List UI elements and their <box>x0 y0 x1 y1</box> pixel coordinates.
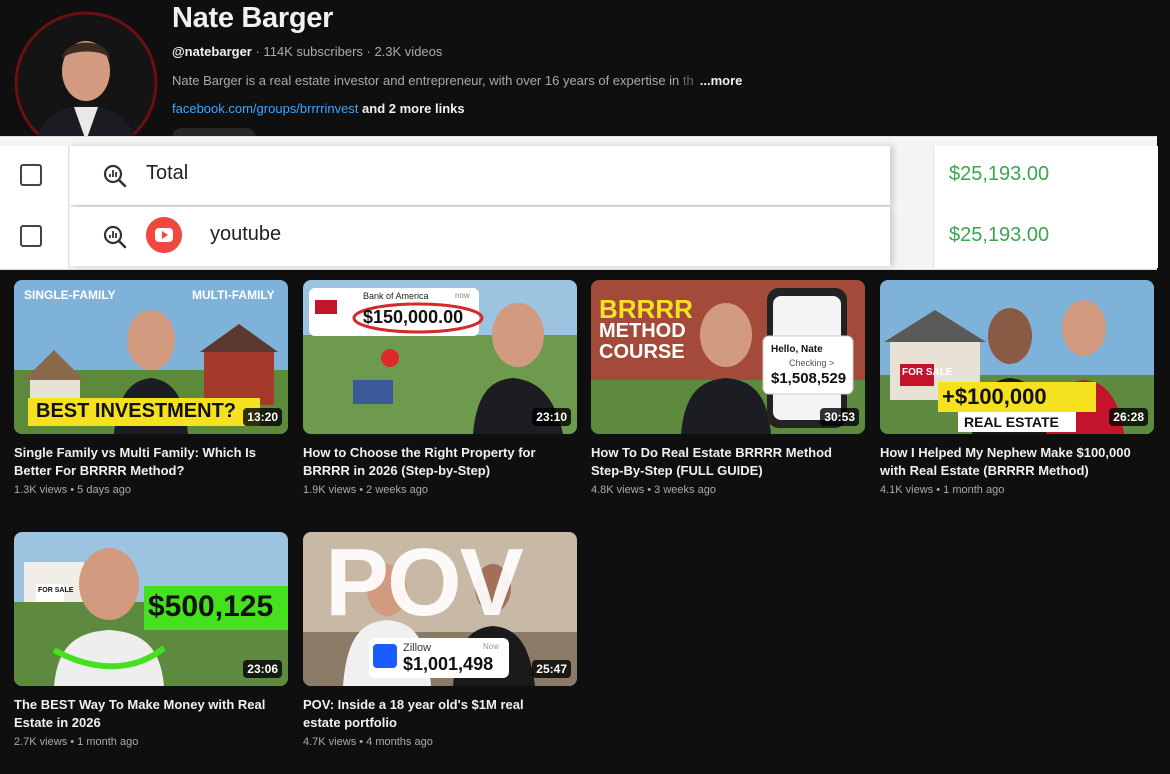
row-dimension-cell: Total <box>70 146 890 205</box>
channel-avatar[interactable] <box>14 11 158 155</box>
row-value: $25,193.00 <box>949 163 1050 185</box>
row-checkbox[interactable] <box>20 225 42 247</box>
video-duration: 25:47 <box>532 660 571 678</box>
video-age: 1 month ago <box>77 736 139 748</box>
video-title[interactable]: How to Choose the Right Property for BRR… <box>303 444 563 480</box>
video-card[interactable]: SINGLE-FAMILY MULTI-FAMILY BEST INVESTME… <box>14 280 288 496</box>
video-age: 3 weeks ago <box>654 484 716 496</box>
thumb-text: MULTI-FAMILY <box>192 288 275 302</box>
video-duration: 13:20 <box>243 408 282 426</box>
description-fade: th <box>679 73 694 88</box>
row-label: youtube <box>210 223 282 245</box>
video-title[interactable]: Single Family vs Multi Family: Which Is … <box>14 444 274 480</box>
more-button[interactable]: ...more <box>700 73 743 88</box>
video-duration: 30:53 <box>820 408 859 426</box>
thumb-text: FOR SALE <box>902 367 953 378</box>
video-meta: 1.9K views • 2 weeks ago <box>303 484 428 496</box>
row-label: Total <box>146 162 189 184</box>
video-meta: 1.3K views • 5 days ago <box>14 484 131 496</box>
video-thumbnail[interactable]: SINGLE-FAMILY MULTI-FAMILY BEST INVESTME… <box>14 280 288 434</box>
row-value: $25,193.00 <box>949 224 1050 246</box>
video-card[interactable]: FOR SALE +$100,000 REAL ESTATE 26:28 How… <box>880 280 1154 496</box>
video-meta: 4.7K views • 4 months ago <box>303 736 433 748</box>
video-card[interactable]: Bank of America $150,000.00 now 23:10 Ho… <box>303 280 577 496</box>
video-card[interactable]: POV Zillow Now $1,001,498 25:47 POV: Ins… <box>303 532 577 748</box>
thumb-text: FOR SALE <box>38 587 74 594</box>
video-thumbnail[interactable]: Bank of America $150,000.00 now 23:10 <box>303 280 577 434</box>
row-checkbox[interactable] <box>20 164 42 186</box>
facebook-link[interactable]: facebook.com/groups/brrrrinvest <box>172 101 358 116</box>
thumb-text: Checking > <box>789 358 835 368</box>
thumb-text: Now <box>483 642 500 651</box>
video-title[interactable]: The BEST Way To Make Money with Real Est… <box>14 696 274 732</box>
video-duration: 26:28 <box>1109 408 1148 426</box>
analyze-icon[interactable] <box>102 224 128 250</box>
row-value-cell: $25,193.00 <box>933 207 1158 268</box>
table-divider <box>0 136 1157 137</box>
thumb-text: Hello, Nate <box>771 344 823 355</box>
video-duration: 23:10 <box>532 408 571 426</box>
video-title[interactable]: How To Do Real Estate BRRRR Method Step-… <box>591 444 851 480</box>
thumb-text: SINGLE-FAMILY <box>24 288 116 302</box>
video-thumbnail[interactable]: FOR SALE +$100,000 REAL ESTATE 26:28 <box>880 280 1154 434</box>
video-thumbnail[interactable]: BRRRR METHOD COURSE Hello, Nate Checking… <box>591 280 865 434</box>
video-meta: 4.8K views • 3 weeks ago <box>591 484 716 496</box>
video-meta: 2.7K views • 1 month ago <box>14 736 139 748</box>
video-thumbnail[interactable]: POV Zillow Now $1,001,498 25:47 <box>303 532 577 686</box>
table-row-youtube: youtube $25,193.00 <box>0 207 1158 268</box>
thumb-text: $500,125 <box>148 590 274 623</box>
video-age: 5 days ago <box>77 484 131 496</box>
description-text: Nate Barger is a real estate investor an… <box>172 73 680 88</box>
video-title[interactable]: POV: Inside a 18 year old's $1M real est… <box>303 696 563 732</box>
video-views: 4.7K views <box>303 736 357 748</box>
revenue-table: Total $25,193.00 youtube $25,193.00 <box>0 136 1158 270</box>
video-views: 2.7K views <box>14 736 68 748</box>
video-views: 4.1K views <box>880 484 934 496</box>
video-meta: 4.1K views • 1 month ago <box>880 484 1005 496</box>
video-age: 1 month ago <box>943 484 1005 496</box>
channel-description[interactable]: Nate Barger is a real estate investor an… <box>172 73 742 88</box>
table-row-total: Total $25,193.00 <box>0 146 1158 207</box>
thumb-text: COURSE <box>599 341 685 363</box>
thumb-text: $1,508,529 <box>771 370 847 387</box>
thumb-text: $150,000.00 <box>363 307 464 327</box>
video-age: 4 months ago <box>366 736 433 748</box>
video-thumbnail[interactable]: FOR SALE $500,125 23:06 <box>14 532 288 686</box>
thumb-text: POV <box>325 532 524 636</box>
more-links[interactable]: and 2 more links <box>358 101 465 116</box>
video-duration: 23:06 <box>243 660 282 678</box>
thumb-text: Bank of America <box>363 291 429 301</box>
video-views: 1.9K views <box>303 484 357 496</box>
video-card[interactable]: BRRRR METHOD COURSE Hello, Nate Checking… <box>591 280 865 496</box>
row-select-cell <box>0 207 69 268</box>
video-card[interactable]: FOR SALE $500,125 23:06 The BEST Way To … <box>14 532 288 748</box>
thumb-text: now <box>455 291 470 300</box>
analyze-icon[interactable] <box>102 163 128 189</box>
video-views: 4.8K views <box>591 484 645 496</box>
youtube-icon <box>146 217 182 253</box>
video-views: 1.3K views <box>14 484 68 496</box>
channel-name: Nate Barger <box>172 2 334 34</box>
thumb-text: BEST INVESTMENT? <box>36 400 237 422</box>
thumb-text: Zillow <box>403 642 432 654</box>
video-age: 2 weeks ago <box>366 484 428 496</box>
channel-handle: @natebarger <box>172 44 252 59</box>
row-value-cell: $25,193.00 <box>933 146 1158 207</box>
channel-links: facebook.com/groups/brrrrinvest and 2 mo… <box>172 101 465 116</box>
channel-stats: · 114K subscribers · 2.3K videos <box>251 44 443 59</box>
row-select-cell <box>0 146 69 207</box>
thumb-text: REAL ESTATE <box>964 414 1059 430</box>
channel-meta: @natebarger · 114K subscribers · 2.3K vi… <box>172 44 442 59</box>
thumb-text: METHOD <box>599 320 686 342</box>
thumb-text: +$100,000 <box>942 384 1047 409</box>
row-dimension-cell: youtube <box>70 207 890 266</box>
thumb-text: $1,001,498 <box>403 654 494 674</box>
video-title[interactable]: How I Helped My Nephew Make $100,000 wit… <box>880 444 1140 480</box>
